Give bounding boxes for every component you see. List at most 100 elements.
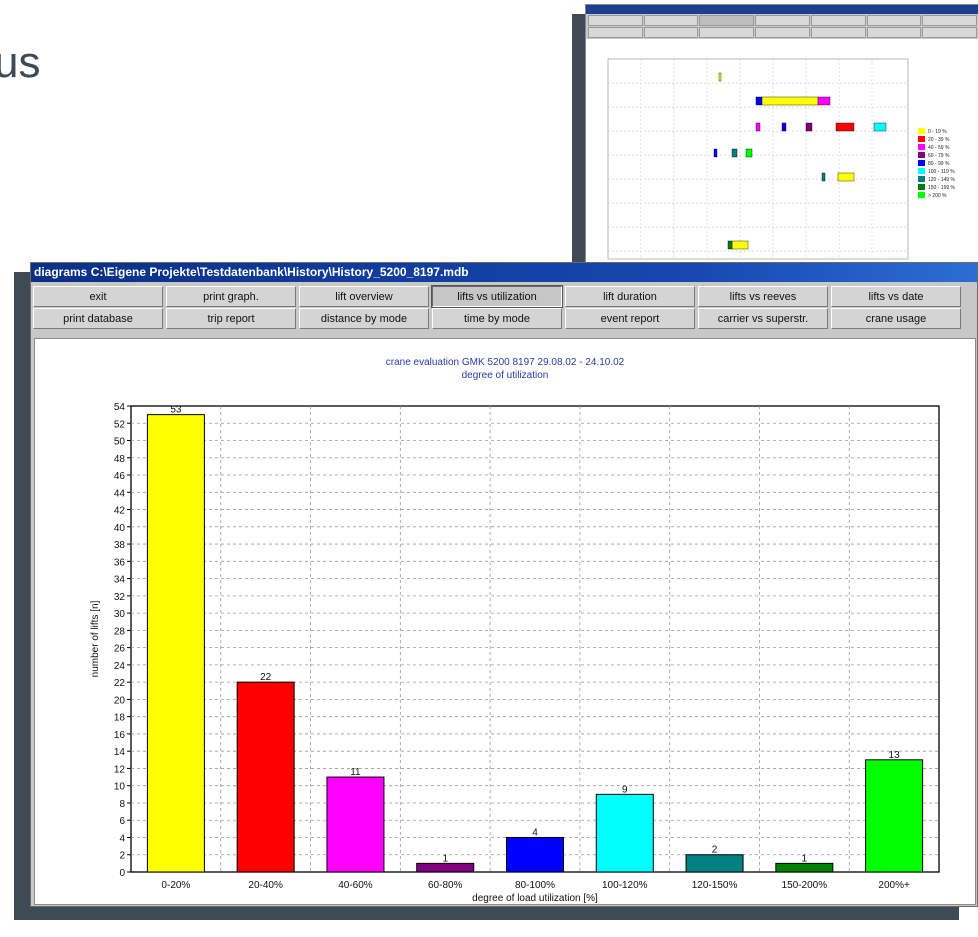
y-tick-label: 46	[114, 471, 126, 482]
bar-value-label: 9	[622, 784, 628, 795]
toolbar-button-crane-usage[interactable]: crane usage	[831, 308, 961, 329]
bar-value-label: 11	[350, 767, 361, 778]
y-tick-label: 48	[114, 454, 126, 465]
thumbnail-legend-label: 120 - 149 %	[928, 177, 956, 183]
toolbar-button-distance-by-mode[interactable]: distance by mode	[299, 308, 429, 329]
bar-value-label: 4	[532, 827, 538, 838]
bar-60-80%	[416, 862, 475, 873]
thumbnail-legend-label: 100 - 119 %	[928, 169, 955, 175]
bar-150-200%	[775, 862, 834, 873]
toolbar-button-time-by-mode[interactable]: time by mode	[432, 308, 562, 329]
thumbnail-button	[922, 15, 977, 26]
chart-area: crane evaluation GMK 5200 8197 29.08.02 …	[34, 338, 976, 905]
thumbnail-bar-segment	[805, 122, 813, 132]
thumbnail-window: 0 - 19 % 20 - 39 % 40 - 59 % 60 - 79 % 80 - …	[585, 4, 978, 268]
thumbnail-bar-segment	[835, 122, 855, 132]
thumbnail-titlebar	[586, 5, 978, 14]
diagrams-window: diagrams C:\Eigene Projekte\Testdatenban…	[30, 262, 978, 907]
thumbnail-button	[643, 15, 699, 26]
y-tick-label: 10	[114, 782, 126, 793]
toolbar-button-print-database[interactable]: print database	[33, 308, 163, 329]
y-tick-label: 38	[114, 540, 126, 551]
thumbnail-legend-swatch	[918, 160, 925, 166]
x-tick-label: 80-100%	[515, 880, 555, 891]
y-tick-label: 54	[114, 402, 126, 413]
toolbar-button-trip-report[interactable]: trip report	[166, 308, 296, 329]
y-tick-label: 0	[119, 868, 125, 879]
thumbnail-legend-label: 150 - 199 %	[928, 185, 956, 191]
thumbnail-bar-segment	[781, 122, 787, 132]
y-tick-label: 30	[114, 609, 126, 620]
x-tick-label: 40-60%	[338, 880, 373, 891]
thumbnail-bar-segment	[745, 148, 753, 158]
thumbnail-plot-frame	[607, 58, 909, 260]
window-titlebar: diagrams C:\Eigene Projekte\Testdatenban…	[31, 263, 977, 282]
x-tick-label: 200%+	[878, 880, 910, 891]
y-tick-label: 40	[114, 523, 126, 534]
y-tick-label: 52	[114, 419, 126, 430]
y-tick-label: 14	[114, 747, 126, 758]
toolbar-button-carrier-vs-superstr[interactable]: carrier vs superstr.	[698, 308, 828, 329]
x-tick-label: 0-20%	[161, 880, 190, 891]
y-tick-label: 16	[114, 730, 126, 741]
thumbnail-legend-swatch	[918, 184, 925, 190]
x-tick-label: 150-200%	[782, 880, 828, 891]
bar-value-label: 1	[442, 853, 448, 864]
thumbnail-legend-swatch	[918, 176, 925, 182]
bar-value-label: 13	[889, 750, 901, 761]
thumbnail-button	[866, 15, 922, 26]
y-tick-label: 28	[114, 626, 126, 637]
toolbar-button-lifts-vs-utilization[interactable]: lifts vs utilization	[431, 285, 563, 308]
bar-120-150%	[685, 854, 744, 873]
thumbnail-bar-segment	[817, 96, 831, 106]
bar-40-60%	[326, 776, 385, 873]
bar-value-label: 22	[260, 672, 272, 683]
thumbnail-legend-label: 0 - 19 %	[928, 129, 947, 135]
thumbnail-button	[810, 15, 866, 26]
thumbnail-bar-segment	[727, 240, 733, 250]
thumbnail-bar-segment	[761, 96, 819, 106]
y-tick-label: 12	[114, 764, 126, 775]
toolbar-button-event-report[interactable]: event report	[565, 308, 695, 329]
bar-100-120%	[595, 793, 654, 873]
toolbar-button-lift-overview[interactable]: lift overview	[299, 286, 429, 307]
y-tick-label: 26	[114, 644, 126, 655]
toolbar-button-exit[interactable]: exit	[33, 286, 163, 307]
thumbnail-bar-segment	[821, 172, 826, 182]
bar-value-label: 1	[802, 853, 808, 864]
bar-80-100%	[506, 836, 564, 873]
toolbar-button-lifts-vs-reeves[interactable]: lifts vs reeves	[698, 286, 828, 307]
thumbnail-bar-segment	[837, 172, 855, 182]
y-tick-label: 44	[114, 488, 126, 499]
thumbnail-button	[755, 15, 810, 26]
x-axis-label: degree of load utilization [%]	[472, 893, 598, 904]
y-tick-label: 32	[114, 592, 126, 603]
thumbnail-chart: 0 - 19 % 20 - 39 % 40 - 59 % 60 - 79 % 80 - …	[607, 58, 956, 260]
thumbnail-legend-swatch	[918, 168, 925, 174]
thumbnail-legend-label: > 200 %	[928, 193, 947, 199]
toolbar-button-print-graph[interactable]: print graph.	[166, 286, 296, 307]
thumbnail-legend-label: 80 - 99 %	[928, 161, 950, 167]
y-tick-label: 8	[119, 799, 125, 810]
thumbnail-legend-swatch	[918, 192, 925, 198]
bar-200%+	[865, 759, 924, 873]
thumbnail-button	[699, 15, 755, 26]
toolbar-button-lifts-vs-date[interactable]: lifts vs date	[831, 286, 961, 307]
bar-value-label: 2	[712, 845, 718, 856]
y-tick-label: 20	[114, 695, 126, 706]
y-tick-label: 50	[114, 437, 126, 448]
toolbar-button-lift-duration[interactable]: lift duration	[565, 286, 695, 307]
y-tick-label: 36	[114, 557, 126, 568]
thumbnail-legend-swatch	[918, 128, 925, 134]
slide-title-fragment: us	[0, 38, 41, 87]
thumbnail-legend-label: 60 - 79 %	[928, 153, 950, 159]
thumbnail-bar-segment	[718, 72, 722, 82]
bar-value-label: 53	[170, 405, 182, 416]
thumbnail-bar-segment	[755, 122, 761, 132]
thumbnail-button	[588, 15, 643, 26]
y-tick-label: 2	[119, 851, 125, 862]
bar-20-40%	[236, 681, 295, 873]
thumbnail-bar-segment	[731, 240, 749, 250]
thumbnail-bar-segment	[713, 148, 718, 158]
x-tick-label: 100-120%	[602, 880, 648, 891]
